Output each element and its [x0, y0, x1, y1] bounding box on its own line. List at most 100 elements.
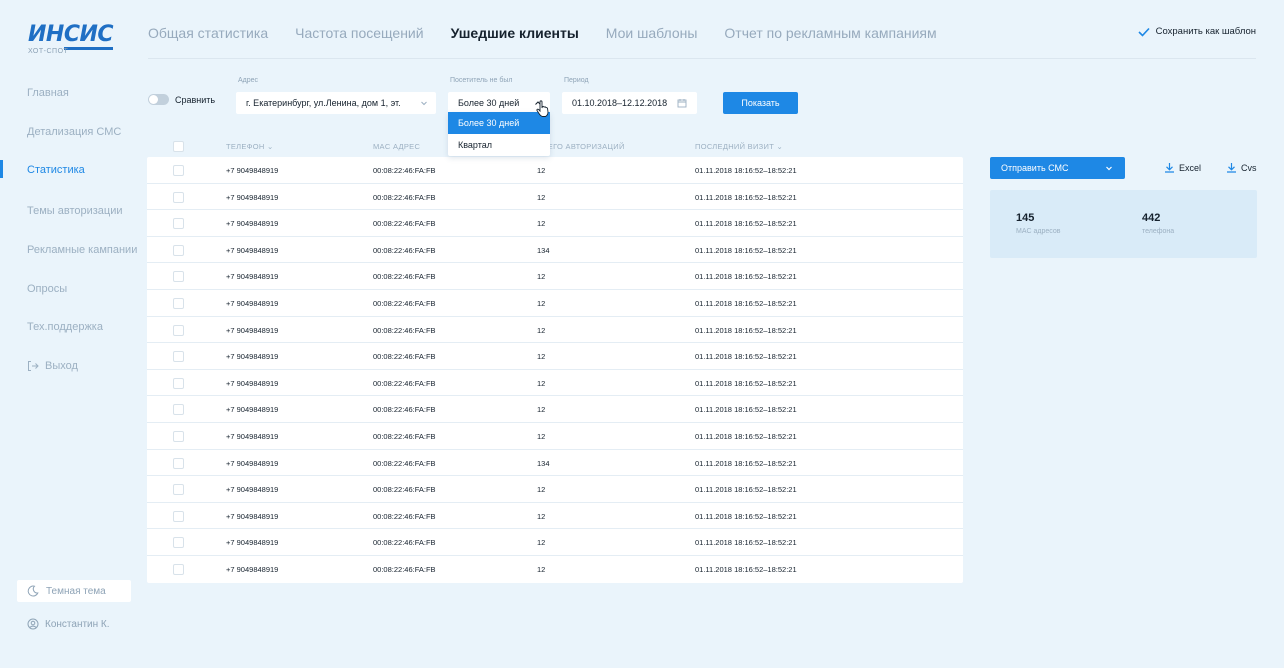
send-sms-button[interactable]: Отправить СМС: [990, 157, 1125, 179]
row-checkbox[interactable]: [173, 351, 184, 363]
row-checkbox[interactable]: [173, 537, 184, 549]
sidebar-item-support[interactable]: Тех.поддержка: [27, 321, 103, 333]
visitor-dropdown: Более 30 дней Квартал: [448, 112, 550, 156]
column-header-auth[interactable]: ВСЕГО АВТОРИЗАЦИЙ: [537, 142, 625, 151]
select-all-checkbox[interactable]: [173, 141, 184, 152]
period-select[interactable]: 01.10.2018–12.12.2018: [562, 92, 697, 114]
row-checkbox[interactable]: [173, 510, 184, 522]
show-button[interactable]: Показать: [723, 92, 798, 114]
cell-phone: +7 9049848919: [226, 405, 279, 415]
table-row[interactable]: +7 9049848919 00:08:22:46:FA:FB 12 01.11.20…: [147, 290, 963, 317]
dark-theme-button[interactable]: Темная тема: [17, 580, 131, 602]
logo-text-b: СИС: [63, 22, 114, 50]
row-checkbox[interactable]: [173, 484, 184, 496]
user-name: Константин К.: [45, 618, 110, 630]
row-checkbox[interactable]: [173, 377, 184, 389]
sidebar-item-sms-details[interactable]: Детализация СМС: [27, 126, 121, 138]
row-checkbox[interactable]: [173, 457, 184, 469]
export-excel-button[interactable]: Excel: [1164, 162, 1201, 173]
clients-table: +7 9049848919 00:08:22:46:FA:FB 12 01.11.20…: [147, 157, 963, 583]
sidebar-item-ad-campaigns[interactable]: Рекламные кампании: [27, 244, 137, 256]
logo[interactable]: ИНСИС ХОТ-СПОТ: [28, 22, 118, 60]
sidebar-item-home[interactable]: Главная: [27, 87, 69, 99]
table-row[interactable]: +7 9049848919 00:08:22:46:FA:FB 134 01.11.2…: [147, 237, 963, 264]
table-header: ТЕЛЕФОН ⌄ MAC АДРЕС ВСЕГО АВТОРИЗАЦИЙ ПО…: [147, 138, 963, 156]
cell-last-visit: 01.11.2018 18:16:52–18:52:21: [695, 538, 797, 548]
chevron-down-icon: [421, 101, 427, 106]
cell-last-visit: 01.11.2018 18:16:52–18:52:21: [695, 458, 797, 468]
cell-phone: +7 9049848919: [226, 219, 279, 229]
table-row[interactable]: +7 9049848919 00:08:22:46:FA:FB 12 01.11.20…: [147, 184, 963, 211]
cell-mac: 00:08:22:46:FA:FB: [373, 431, 436, 441]
user-profile[interactable]: Константин К.: [27, 618, 110, 630]
row-checkbox[interactable]: [173, 191, 184, 203]
cell-mac: 00:08:22:46:FA:FB: [373, 538, 436, 548]
row-checkbox[interactable]: [173, 563, 184, 575]
send-sms-label: Отправить СМС: [1001, 163, 1069, 173]
table-row[interactable]: +7 9049848919 00:08:22:46:FA:FB 12 01.11.20…: [147, 263, 963, 290]
cell-mac: 00:08:22:46:FA:FB: [373, 511, 436, 521]
sidebar-item-statistics[interactable]: Статистика: [27, 164, 85, 176]
mac-count: 145: [1016, 212, 1035, 224]
row-checkbox[interactable]: [173, 324, 184, 336]
column-header-last-visit[interactable]: ПОСЛЕДНИЙ ВИЗИТ ⌄: [695, 142, 783, 151]
address-value: г. Екатеринбург, ул.Ленина, дом 1, эт.: [246, 98, 401, 108]
table-row[interactable]: +7 9049848919 00:08:22:46:FA:FB 12 01.11.20…: [147, 396, 963, 423]
cell-phone: +7 9049848919: [226, 458, 279, 468]
mac-count-label: MAC адресов: [1016, 228, 1061, 235]
period-label: Период: [564, 77, 589, 84]
check-icon: [1138, 27, 1150, 37]
compare-label: Сравнить: [175, 94, 216, 105]
table-row[interactable]: +7 9049848919 00:08:22:46:FA:FB 12 01.11.20…: [147, 556, 963, 583]
export-cvs-button[interactable]: Cvs: [1226, 162, 1257, 173]
tab-lost-clients[interactable]: Ушедшие клиенты: [451, 25, 579, 41]
cell-phone: +7 9049848919: [226, 564, 279, 574]
row-checkbox[interactable]: [173, 244, 184, 256]
sidebar-item-surveys[interactable]: Опросы: [27, 283, 67, 295]
cell-last-visit: 01.11.2018 18:16:52–18:52:21: [695, 166, 797, 175]
visitor-value: Более 30 дней: [458, 98, 520, 108]
cell-last-visit: 01.11.2018 18:16:52–18:52:21: [695, 219, 797, 229]
table-row[interactable]: +7 9049848919 00:08:22:46:FA:FB 134 01.11.2…: [147, 450, 963, 477]
save-template-button[interactable]: Сохранить как шаблон: [1138, 26, 1256, 37]
logout-icon: [28, 361, 39, 371]
sidebar-active-indicator: [0, 160, 3, 178]
sidebar-item-exit[interactable]: Выход: [27, 360, 78, 372]
row-checkbox[interactable]: [173, 165, 184, 176]
row-checkbox[interactable]: [173, 297, 184, 309]
compare-toggle[interactable]: Сравнить: [148, 94, 215, 105]
table-row[interactable]: +7 9049848919 00:08:22:46:FA:FB 12 01.11.20…: [147, 343, 963, 370]
dropdown-option-quarter[interactable]: Квартал: [448, 134, 550, 156]
top-nav: Общая статистика Частота посещений Ушедш…: [148, 25, 937, 41]
cell-phone: +7 9049848919: [226, 166, 279, 175]
table-row[interactable]: +7 9049848919 00:08:22:46:FA:FB 12 01.11.20…: [147, 476, 963, 503]
cell-last-visit: 01.11.2018 18:16:52–18:52:21: [695, 298, 797, 308]
tab-my-templates[interactable]: Мои шаблоны: [606, 25, 698, 41]
moon-icon: [27, 585, 39, 597]
cell-auth-count: 12: [537, 325, 546, 335]
tab-visit-frequency[interactable]: Частота посещений: [295, 25, 423, 41]
column-header-mac[interactable]: MAC АДРЕС: [373, 142, 420, 151]
sidebar-item-auth-themes[interactable]: Темы авторизации: [27, 205, 123, 217]
table-row[interactable]: +7 9049848919 00:08:22:46:FA:FB 12 01.11.20…: [147, 529, 963, 556]
compare-switch[interactable]: [148, 94, 169, 105]
column-header-last-visit-label: ПОСЛЕДНИЙ ВИЗИТ: [695, 142, 775, 151]
cell-auth-count: 12: [537, 352, 546, 362]
column-header-phone[interactable]: ТЕЛЕФОН ⌄: [226, 142, 274, 151]
table-row[interactable]: +7 9049848919 00:08:22:46:FA:FB 12 01.11.20…: [147, 317, 963, 344]
address-label: Адрес: [238, 77, 259, 84]
tab-general-stats[interactable]: Общая статистика: [148, 25, 268, 41]
cell-phone: +7 9049848919: [226, 538, 279, 548]
cell-mac: 00:08:22:46:FA:FB: [373, 378, 436, 388]
table-row[interactable]: +7 9049848919 00:08:22:46:FA:FB 12 01.11.20…: [147, 423, 963, 450]
table-row[interactable]: +7 9049848919 00:08:22:46:FA:FB 12 01.11.20…: [147, 370, 963, 397]
row-checkbox[interactable]: [173, 430, 184, 442]
tab-ad-campaign-report[interactable]: Отчет по рекламным кампаниям: [724, 25, 936, 41]
row-checkbox[interactable]: [173, 218, 184, 230]
row-checkbox[interactable]: [173, 271, 184, 283]
row-checkbox[interactable]: [173, 404, 184, 416]
address-select[interactable]: г. Екатеринбург, ул.Ленина, дом 1, эт.: [236, 92, 436, 114]
table-row[interactable]: +7 9049848919 00:08:22:46:FA:FB 12 01.11.20…: [147, 503, 963, 530]
table-row[interactable]: +7 9049848919 00:08:22:46:FA:FB 12 01.11.20…: [147, 210, 963, 237]
table-row[interactable]: +7 9049848919 00:08:22:46:FA:FB 12 01.11.20…: [147, 157, 963, 184]
